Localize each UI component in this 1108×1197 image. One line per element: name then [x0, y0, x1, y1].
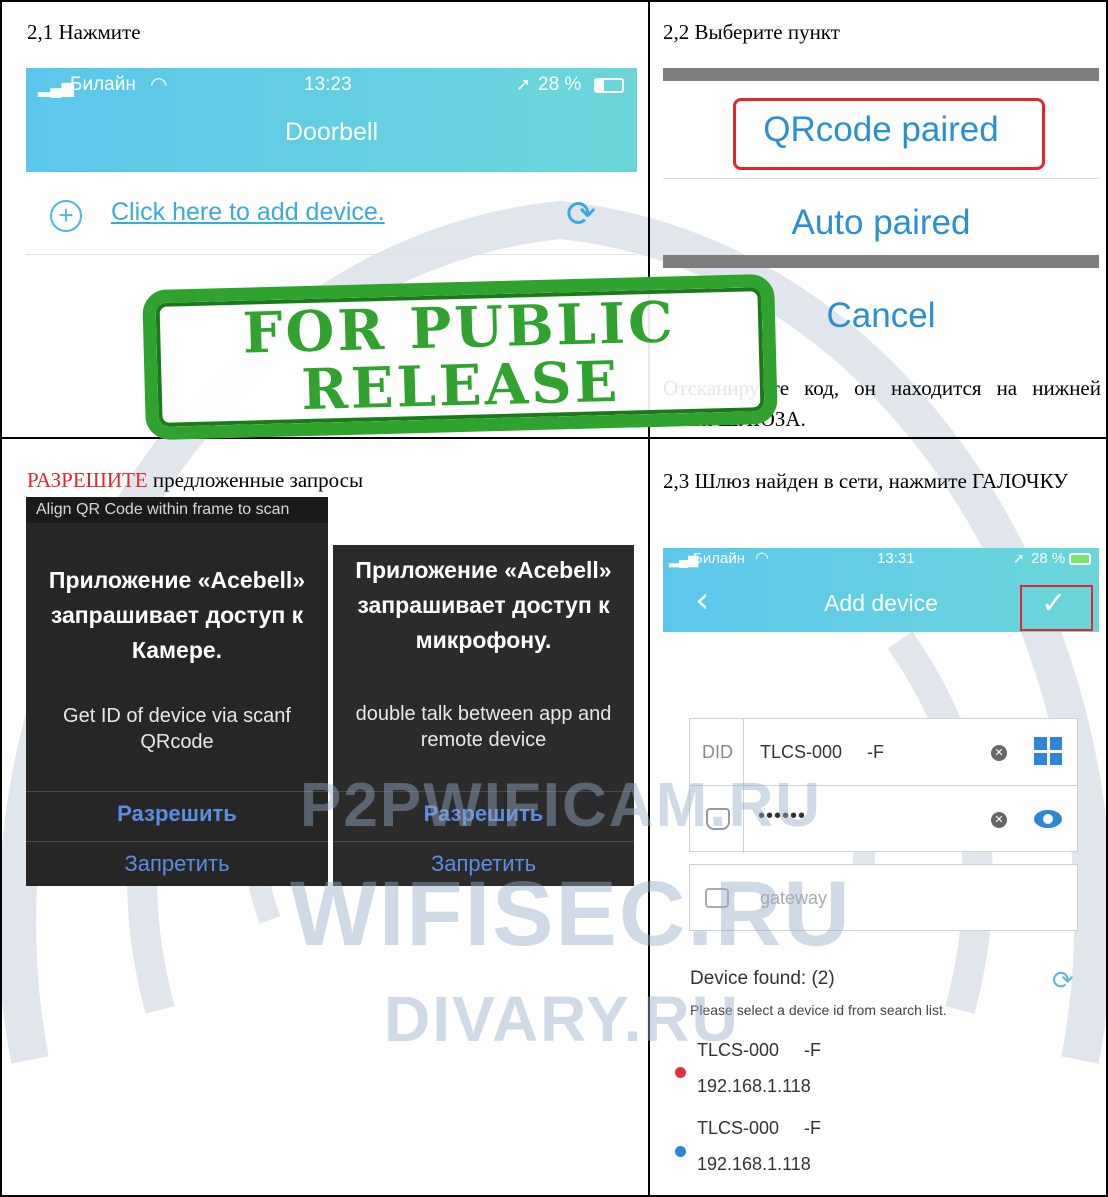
battery-percent: 28 %	[538, 74, 582, 95]
wifi-icon: ◠	[150, 74, 168, 96]
did-label: DID	[702, 742, 733, 762]
qr-scan-icon[interactable]	[1034, 737, 1062, 765]
camera-deny-button[interactable]: Запретить	[26, 851, 328, 877]
carrier-label: Билайн	[70, 74, 136, 95]
device-id-2: TLCS-000 -F	[697, 1118, 822, 1138]
add-device-row[interactable]: + Click here to add device. ⟳	[26, 190, 637, 250]
table-border-left	[0, 0, 2, 1197]
signal-icon: ▂▄▆	[38, 80, 74, 97]
watermark-divary: DIVARY.RU	[384, 983, 740, 1055]
public-release-stamp: FOR PUBLIC RELEASE	[142, 273, 778, 441]
refresh-icon[interactable]: ⟳	[566, 194, 596, 235]
cell1-heading: 2,1 Нажмите	[27, 20, 141, 44]
mic-dialog-subtitle: double talk between app and remote devic…	[355, 703, 612, 751]
cell3-heading-rest: предложенные запросы	[147, 468, 364, 492]
mic-dialog-separator-2	[333, 841, 634, 842]
device-status-dot-2	[675, 1146, 686, 1157]
camera-dialog-separator-2	[26, 841, 328, 842]
add-device-link[interactable]: Click here to add device.	[111, 198, 385, 227]
battery-percent-2: 28 %	[1031, 550, 1066, 567]
camera-dialog-title: Приложение «Acebell» запрашивает доступ …	[48, 567, 306, 663]
location-icon: ➚	[516, 74, 532, 94]
location-icon-2: ➚	[1013, 550, 1025, 566]
carrier-label-2: Билайн	[693, 550, 745, 567]
cell3-heading-red: РАЗРЕШИТЕ	[27, 468, 148, 492]
cell4-heading: 2,3 Шлюз найден в сети, нажмите ГАЛОЧКУ	[663, 469, 1069, 493]
cell3-heading: РАЗРЕШИТЕ предложенные запросы	[27, 466, 363, 494]
plus-circle-icon[interactable]: +	[50, 200, 82, 232]
watermark-wifisec: WIFISEC.RU	[290, 863, 852, 965]
camera-permission-dialog: Приложение «Acebell» запрашивает доступ …	[26, 523, 328, 886]
qrcode-paired-option[interactable]: QRcode paired	[663, 110, 1099, 150]
eye-icon[interactable]	[1034, 810, 1062, 828]
camera-dialog-separator	[26, 791, 328, 792]
doorbell-header: ▂▄▆ Билайн ◠ 13:23 ➚ 28 % Doorbell	[26, 68, 637, 172]
cell2-heading: 2,2 Выберите пункт	[663, 20, 840, 44]
wifi-icon-2: ◠	[755, 550, 769, 567]
mic-dialog-title: Приложение «Acebell» запрашивает доступ …	[355, 557, 612, 653]
sheet-top-bar	[663, 68, 1099, 81]
clear-password-icon[interactable]: ✕	[991, 812, 1007, 828]
auto-paired-option[interactable]: Auto paired	[663, 203, 1099, 243]
watermark-p2pwificam: P2PWIFICAM.RU	[300, 771, 822, 840]
device-status-dot-1	[675, 1067, 686, 1078]
device-ip-1: 192.168.1.118	[697, 1076, 811, 1096]
app-title: Doorbell	[284, 118, 379, 146]
sheet-bottom-bar	[663, 255, 1099, 268]
battery-icon	[594, 78, 624, 93]
rescan-icon[interactable]: ⟳	[1052, 966, 1074, 996]
table-border-top	[0, 0, 1108, 2]
status-time-2: 13:31	[877, 550, 915, 567]
device-ip-2: 192.168.1.118	[697, 1154, 811, 1174]
add-device-header: ▂▄▆ Билайн ◠ 13:31 ➚ 28 % ‹ Add device ✓	[663, 548, 1099, 632]
did-value[interactable]: TLCS-000 -F	[760, 742, 884, 763]
sheet-divider	[663, 178, 1099, 179]
scan-hint-bar: Align QR Code within frame to scan	[26, 497, 328, 523]
camera-allow-button[interactable]: Разрешить	[26, 801, 328, 827]
confirm-check-icon[interactable]: ✓	[1041, 586, 1066, 621]
device-list-item-2[interactable]: TLCS-000 -F 192.168.1.118	[670, 1118, 1090, 1182]
battery-charging-icon	[1069, 553, 1091, 565]
status-time: 13:23	[304, 74, 352, 95]
clear-did-icon[interactable]: ✕	[991, 745, 1007, 761]
camera-dialog-subtitle: Get ID of device via scanf QRcode	[63, 705, 291, 753]
divider	[26, 254, 637, 255]
